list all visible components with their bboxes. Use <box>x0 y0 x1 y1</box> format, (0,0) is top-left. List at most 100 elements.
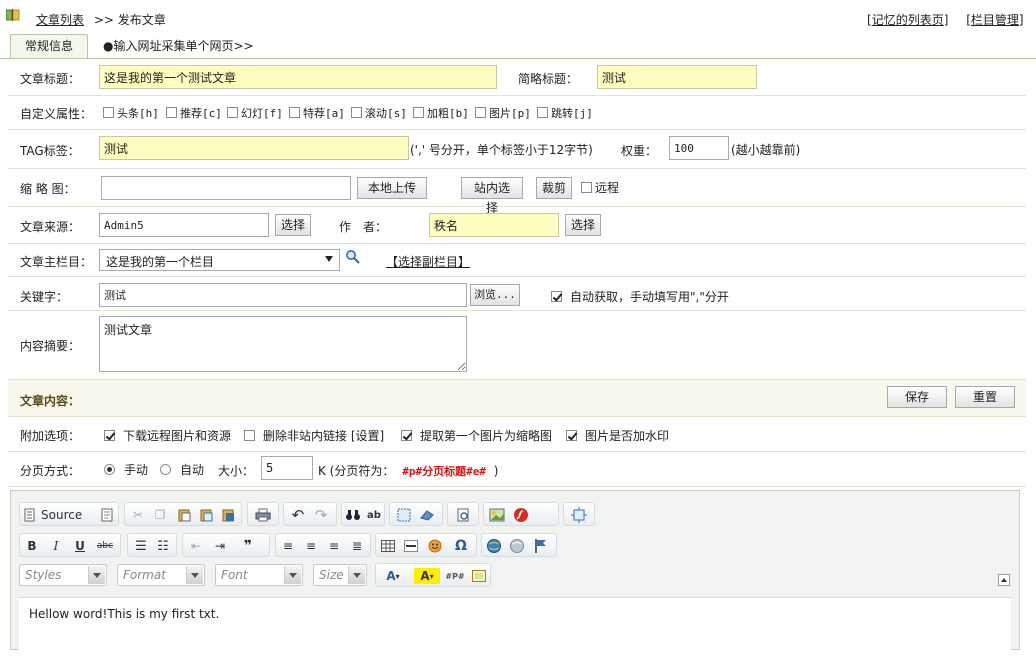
bullet-list-icon[interactable]: ☷ <box>154 537 172 555</box>
text-color-icon[interactable]: A ▾ <box>380 567 406 585</box>
watermark-option[interactable]: 图片是否加水印 <box>566 427 669 444</box>
outdent-icon[interactable]: ⇤ <box>187 537 205 555</box>
flash-icon[interactable] <box>512 506 530 524</box>
local-upload-button[interactable]: 本地上传 <box>357 177 427 199</box>
paging-auto-option[interactable]: 自动 <box>160 461 204 478</box>
source-button[interactable]: Source <box>24 506 86 524</box>
radio[interactable] <box>104 464 115 475</box>
remote-option[interactable]: 远程 <box>581 179 619 196</box>
cut-icon[interactable]: ✂ <box>129 506 147 524</box>
radio[interactable] <box>160 464 171 475</box>
source-input[interactable] <box>99 213 269 237</box>
link-icon[interactable] <box>485 537 503 555</box>
column-manage-link[interactable]: 栏目管理 <box>971 13 1019 27</box>
insert-image-icon[interactable] <box>470 567 488 585</box>
checkbox[interactable] <box>166 107 177 118</box>
checkbox[interactable] <box>566 430 577 441</box>
page-size-input[interactable] <box>261 456 313 480</box>
remove-format-icon[interactable] <box>418 506 436 524</box>
attr-recommend[interactable]: 推荐[c] <box>166 105 222 121</box>
download-remote-option[interactable]: 下载远程图片和资源 <box>104 427 231 444</box>
size-dropdown[interactable]: Size <box>313 564 367 586</box>
redo-icon[interactable]: ↷ <box>312 506 330 524</box>
paste-word-icon[interactable] <box>219 506 237 524</box>
select-all-icon[interactable] <box>395 506 413 524</box>
template-icon[interactable] <box>98 506 116 524</box>
numbered-list-icon[interactable]: ☰ <box>132 537 150 555</box>
checkbox[interactable] <box>244 430 255 441</box>
checkbox[interactable] <box>413 107 424 118</box>
source-select-button[interactable]: 选择 <box>275 214 311 236</box>
thumbnail-input[interactable] <box>101 176 351 200</box>
attr-jump[interactable]: 跳转[j] <box>537 105 593 121</box>
column-select[interactable]: 这是我的第一个栏目 <box>99 249 340 271</box>
paging-manual-option[interactable]: 手动 <box>104 461 148 478</box>
title-input[interactable] <box>99 65 497 89</box>
editor-content-area[interactable]: Hellow word!This is my first txt. <box>19 597 1011 657</box>
author-input[interactable] <box>429 213 559 237</box>
special-char-icon[interactable]: Ω <box>452 537 470 555</box>
attr-special[interactable]: 特荐[a] <box>289 105 345 121</box>
checkbox[interactable] <box>227 107 238 118</box>
attr-picture[interactable]: 图片[p] <box>475 105 531 121</box>
image-icon[interactable] <box>488 506 506 524</box>
attr-slide[interactable]: 幻灯[f] <box>227 105 283 121</box>
strike-icon[interactable]: abc <box>96 537 114 555</box>
underline-icon[interactable]: U <box>71 537 89 555</box>
blockquote-icon[interactable]: ❞ <box>239 537 257 555</box>
select-sub-column-link[interactable]: 【选择副栏目】 <box>386 253 470 270</box>
crop-button[interactable]: 裁剪 <box>536 177 572 199</box>
align-justify-icon[interactable]: ≣ <box>348 537 366 555</box>
unlink-icon[interactable] <box>508 537 526 555</box>
reset-button[interactable]: 重置 <box>955 386 1015 408</box>
attr-scroll[interactable]: 滚动[s] <box>351 105 407 121</box>
checkbox[interactable] <box>103 107 114 118</box>
collapse-toolbar-icon[interactable] <box>998 574 1010 586</box>
remembered-list-link[interactable]: 记忆的列表页 <box>872 13 944 27</box>
extract-thumbnail-option[interactable]: 提取第一个图片为缩略图 <box>401 427 552 444</box>
styles-dropdown[interactable]: Styles <box>19 564 107 586</box>
print-icon[interactable] <box>254 506 272 524</box>
anchor-flag-icon[interactable] <box>532 537 550 555</box>
checkbox[interactable] <box>401 430 412 441</box>
checkbox[interactable] <box>351 107 362 118</box>
remove-links-option[interactable]: 删除非站内链接 [设置] <box>244 427 384 444</box>
link-settings[interactable]: [设置] <box>351 429 384 443</box>
search-icon[interactable] <box>345 249 361 265</box>
horizontal-rule-icon[interactable] <box>402 537 420 555</box>
attr-headline[interactable]: 头条[h] <box>103 105 159 121</box>
bold-icon[interactable]: B <box>23 537 41 555</box>
tag-input[interactable] <box>99 136 409 160</box>
weight-input[interactable] <box>669 136 729 160</box>
paste-text-icon[interactable] <box>197 506 215 524</box>
align-center-icon[interactable]: ≡ <box>302 537 320 555</box>
checkbox[interactable] <box>104 430 115 441</box>
keyword-input[interactable] <box>99 283 467 307</box>
checkbox[interactable] <box>581 182 592 193</box>
checkbox[interactable] <box>537 107 548 118</box>
smiley-icon[interactable] <box>426 537 444 555</box>
checkbox[interactable] <box>289 107 300 118</box>
auto-keyword-option[interactable]: 自动获取，手动填写用","分开 <box>551 288 729 305</box>
page-break-icon[interactable]: #P# <box>445 567 464 585</box>
align-right-icon[interactable]: ≡ <box>325 537 343 555</box>
checkbox[interactable] <box>551 291 562 302</box>
attr-bold[interactable]: 加粗[b] <box>413 105 469 121</box>
summary-textarea[interactable]: 测试文章 <box>99 316 467 372</box>
tab-collect-url[interactable]: ●输入网址采集单个网页>> <box>103 34 254 58</box>
background-color-icon[interactable]: A ▾ <box>414 568 440 584</box>
maximize-icon[interactable] <box>570 506 588 524</box>
checkbox[interactable] <box>475 107 486 118</box>
preview-icon[interactable] <box>454 506 472 524</box>
replace-icon[interactable]: ab <box>365 506 383 524</box>
table-icon[interactable] <box>379 537 397 555</box>
tab-general[interactable]: 常规信息 <box>10 34 88 58</box>
indent-icon[interactable]: ⇥ <box>211 537 229 555</box>
short-title-input[interactable] <box>597 65 757 89</box>
font-dropdown[interactable]: Font <box>215 564 303 586</box>
undo-icon[interactable]: ↶ <box>289 506 307 524</box>
site-select-button[interactable]: 站内选择 <box>461 177 523 215</box>
save-button[interactable]: 保存 <box>887 386 947 408</box>
align-left-icon[interactable]: ≡ <box>279 537 297 555</box>
paste-icon[interactable] <box>175 506 193 524</box>
